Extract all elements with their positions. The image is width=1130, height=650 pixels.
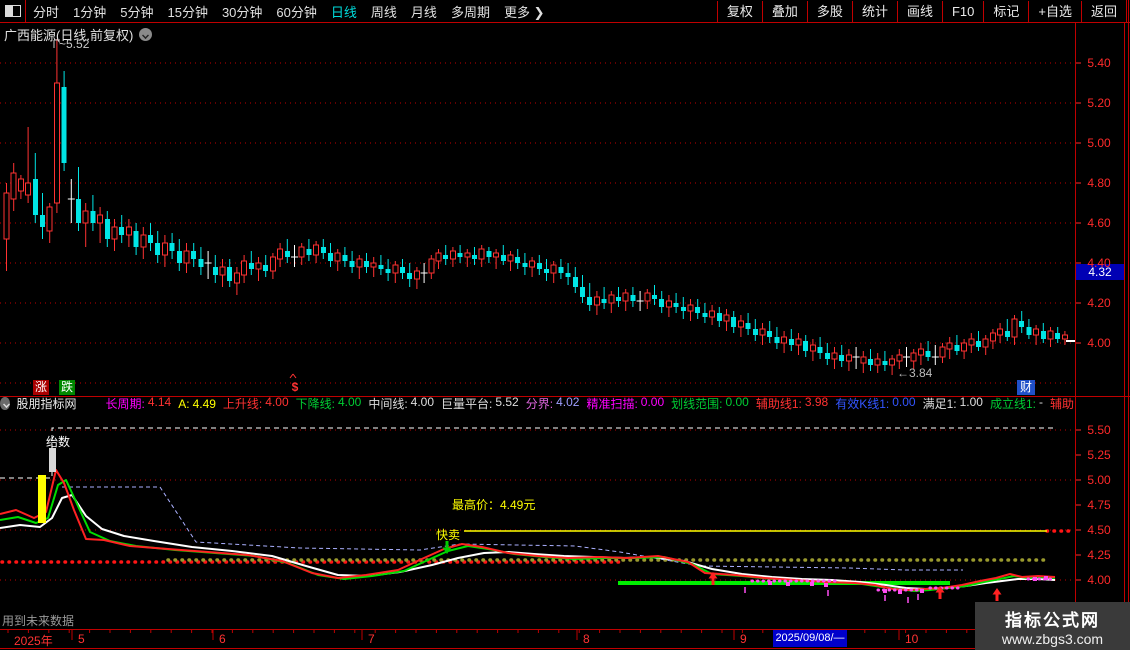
indicator-param: A: 4.49 — [178, 396, 216, 411]
main-axis-label: 5.20 — [1087, 96, 1111, 110]
indicator-axis-label: 4.50 — [1087, 523, 1111, 537]
timeline-month: 9 — [740, 632, 747, 646]
indicator-param: 有效K线1: 0.00 — [835, 396, 916, 411]
tool-button-6[interactable]: 标记 — [983, 0, 1028, 22]
period-tab-8[interactable]: 月线 — [411, 2, 437, 21]
tool-button-1[interactable]: 叠加 — [761, 0, 807, 22]
main-axis-label: 4.00 — [1087, 336, 1111, 350]
trading-app-window: 分时 1分钟 5分钟 15分钟 30分钟 60分钟 日线 周线 月线 多周期 更多 ❯ 复权 叠加 多股… — [0, 0, 1130, 650]
indicator-param: 巨量平台: 5.52 — [441, 396, 519, 411]
highest-price-note: 最高价：4.49元 — [452, 498, 536, 512]
tool-button-7[interactable]: +自选 — [1028, 0, 1081, 22]
main-axis-label: 4.40 — [1087, 256, 1111, 270]
indicator-axis-label: 5.25 — [1087, 448, 1111, 462]
panel-layout-icon — [4, 5, 21, 17]
period-menu: 分时 1分钟 5分钟 15分钟 30分钟 60分钟 日线 周线 月线 多周期 更多 ❯ — [33, 0, 544, 22]
main-axis-label: 4.80 — [1087, 176, 1111, 190]
future-data-note: 用到未来数据 — [2, 614, 75, 628]
timeline-month: 6 — [219, 632, 226, 646]
indicator-source: 股朋指标网 — [16, 397, 77, 411]
tool-button-0[interactable]: 复权 — [716, 0, 762, 22]
tool-button-4[interactable]: 画线 — [896, 0, 942, 22]
low-price-annotation: ←3.84 — [897, 366, 933, 380]
clipped-indicator-label: 绐数 — [46, 435, 71, 449]
indicator-param: 长周期: 4.14 — [105, 396, 172, 411]
period-tab-4[interactable]: 30分钟 — [222, 2, 262, 21]
timeline-bottom-border — [0, 648, 1130, 649]
indicator-header: 股朋指标网 长周期: 4.14 A: 4.49 上升线: 4.00 下降线: 4.00 中间线:… — [0, 396, 1074, 411]
rise-badge[interactable]: 涨 — [33, 380, 49, 395]
indicator-axis-label: 4.00 — [1087, 573, 1111, 587]
watermark-site-name: 指标公式网 — [1005, 610, 1100, 630]
period-tab-10[interactable]: 更多 ❯ — [504, 2, 545, 21]
indicator-param: 中间线: 4.00 — [368, 396, 435, 411]
main-axis-label: 4.20 — [1087, 296, 1111, 310]
timeline-month: 7 — [368, 632, 375, 646]
fall-badge[interactable]: 跌 — [59, 380, 75, 395]
quick-sell-note: 快卖 — [436, 528, 461, 542]
indicator-param: 上升线: 4.00 — [222, 396, 289, 411]
finance-badge[interactable]: 财 — [1017, 380, 1035, 395]
indicator-param: 成立线1: - — [989, 396, 1043, 411]
indicator-axis-label: 5.50 — [1087, 423, 1111, 437]
main-axis-label: 4.60 — [1087, 216, 1111, 230]
period-tab-0[interactable]: 分时 — [33, 2, 59, 21]
indicator-param: 分界: 4.02 — [525, 396, 580, 411]
timeline-month: 10 — [905, 632, 919, 646]
collapse-indicator-icon[interactable] — [0, 397, 10, 410]
tool-button-2[interactable]: 多股 — [806, 0, 852, 22]
screen-right-border — [1128, 0, 1129, 650]
timeline-month: 8 — [583, 632, 590, 646]
indicator-axis-label: 5.00 — [1087, 473, 1111, 487]
indicator-axis-label: 4.25 — [1087, 548, 1111, 562]
window-layout-icon-box[interactable] — [0, 0, 26, 22]
tool-button-5[interactable]: F10 — [941, 0, 983, 22]
main-axis-label: 5.00 — [1087, 136, 1111, 150]
indicator-axis-label: 4.75 — [1087, 498, 1111, 512]
period-tab-2[interactable]: 5分钟 — [120, 2, 153, 21]
chart-canvas — [0, 39, 1081, 640]
indicator-param: 划线范围: 0.00 — [671, 396, 749, 411]
period-tab-3[interactable]: 15分钟 — [167, 2, 207, 21]
indicator-param: 辅助 — [1049, 397, 1074, 411]
timeline-year: 2025年 — [14, 634, 53, 648]
watermark-site-url: www.zbgs3.com — [1001, 630, 1104, 647]
tools-menu: 复权 叠加 多股 统计 画线 F10 标记 +自选 返回 — [716, 0, 1127, 22]
period-tab-9[interactable]: 多周期 — [451, 2, 490, 21]
indicator-param: 精准扫描: 0.00 — [586, 396, 665, 411]
tool-button-3[interactable]: 统计 — [851, 0, 897, 22]
timeline-top-border — [0, 629, 1130, 630]
tool-button-8[interactable]: 返回 — [1080, 0, 1126, 22]
period-tab-7[interactable]: 周线 — [371, 2, 397, 21]
high-price-annotation: ~5.52 — [59, 37, 90, 51]
indicator-param: 下降线: 4.00 — [295, 396, 362, 411]
dollar-marker[interactable]: $ — [287, 380, 303, 395]
timeline-month: 5 — [78, 632, 85, 646]
selected-date-tag: 2025/09/08/— — [773, 630, 847, 647]
period-tab-6[interactable]: 日线 — [331, 2, 357, 21]
period-tab-1[interactable]: 1分钟 — [73, 2, 106, 21]
chevron-down-icon[interactable] — [139, 28, 153, 41]
indicator-param: 满足1: 1.00 — [922, 396, 983, 411]
indicator-param: 辅助线1: 3.98 — [755, 396, 829, 411]
watermark: 指标公式网 www.zbgs3.com — [975, 602, 1130, 650]
main-axis-label: 5.40 — [1087, 56, 1111, 70]
axis-right-border — [1124, 23, 1125, 648]
period-tab-5[interactable]: 60分钟 — [276, 2, 316, 21]
